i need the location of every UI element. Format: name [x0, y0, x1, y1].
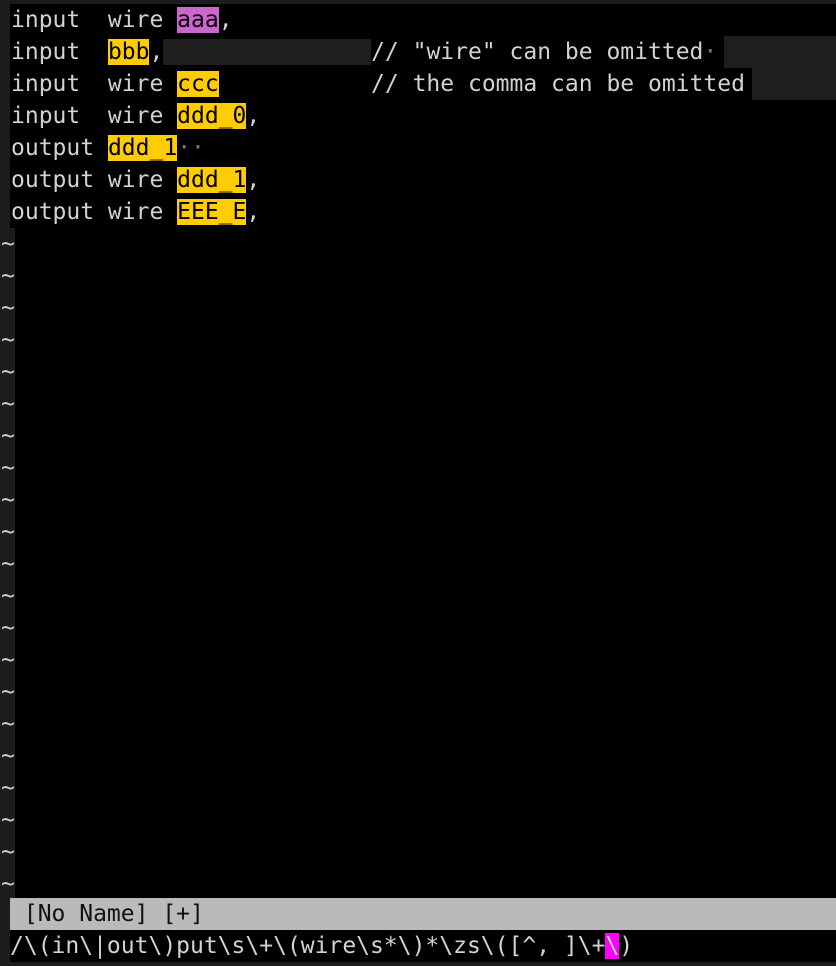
empty-line: ~	[0, 836, 836, 868]
code-line-4[interactable]: input wire ddd_0,	[10, 100, 836, 132]
search-match: ddd_1	[107, 135, 178, 161]
empty-line: ~	[0, 548, 836, 580]
line-suffix: ,	[218, 7, 233, 33]
empty-line: ~	[0, 420, 836, 452]
empty-line: ~	[0, 740, 836, 772]
tilde-marker: ~	[0, 612, 15, 644]
line-suffix: ,	[149, 39, 164, 65]
tilde-marker: ~	[0, 452, 15, 484]
tilde-marker: ~	[0, 260, 15, 292]
buffer-name: [No Name] [+]	[10, 901, 204, 927]
code-line-6[interactable]: output wire ddd_1,	[10, 164, 836, 196]
code-line-1[interactable]: input wire aaa,	[10, 4, 836, 36]
line-prefix: input wire	[11, 71, 178, 97]
code-line-7[interactable]: output wire EEE_E,	[10, 196, 836, 228]
comment: // "wire" can be omitted	[371, 39, 704, 65]
tilde-marker: ~	[0, 836, 15, 868]
tilde-marker: ~	[0, 644, 15, 676]
empty-line: ~	[0, 868, 836, 900]
tilde-marker: ~	[0, 356, 15, 388]
empty-line: ~	[0, 772, 836, 804]
line-suffix: ,	[246, 167, 261, 193]
tilde-marker: ~	[0, 516, 15, 548]
tilde-marker: ~	[0, 324, 15, 356]
empty-line: ~	[0, 356, 836, 388]
line-prefix: output wire	[11, 199, 178, 225]
search-match: ddd_1	[177, 167, 247, 193]
trailing-whitespace-block	[724, 36, 836, 68]
vim-window[interactable]: input wire aaa, input bbb, // "wire" can…	[0, 4, 836, 962]
line-suffix: ,	[246, 199, 261, 225]
empty-line: ~	[0, 612, 836, 644]
empty-line: ~	[0, 228, 836, 260]
line-prefix: input	[11, 39, 108, 65]
text-buffer[interactable]: input wire aaa, input bbb, // "wire" can…	[0, 4, 836, 900]
empty-line: ~	[0, 292, 836, 324]
empty-line: ~	[0, 644, 836, 676]
empty-line: ~	[0, 388, 836, 420]
line-prefix: output	[11, 135, 108, 161]
cursor: \	[605, 933, 620, 959]
search-match: ddd_0	[177, 103, 247, 129]
empty-line: ~	[0, 676, 836, 708]
search-match: bbb	[107, 39, 150, 65]
tilde-marker: ~	[0, 708, 15, 740]
search-match: EEE_E	[177, 199, 247, 225]
empty-line: ~	[0, 708, 836, 740]
empty-line: ~	[0, 516, 836, 548]
empty-line: ~	[0, 580, 836, 612]
line-prefix: output wire	[11, 167, 178, 193]
whitespace-dot: ·	[703, 39, 718, 65]
tilde-marker: ~	[0, 804, 15, 836]
code-line-2[interactable]: input bbb, // "wire" can be omitted·	[10, 36, 836, 68]
code-line-3[interactable]: input wire ccc // the comma can be omitt…	[10, 68, 836, 100]
command-line[interactable]: /\(in\|out\)put\s\+\(wire\s*\)*\zs\([^, …	[10, 930, 836, 962]
current-search-match: aaa	[177, 7, 219, 33]
empty-line: ~	[0, 804, 836, 836]
code-line-5[interactable]: output ddd_1··	[10, 132, 836, 164]
empty-line: ~	[0, 452, 836, 484]
tilde-marker: ~	[0, 420, 15, 452]
tilde-marker: ~	[0, 772, 15, 804]
empty-line: ~	[0, 324, 836, 356]
line-prefix: input wire	[11, 103, 178, 129]
trailing-whitespace-block	[752, 68, 836, 100]
empty-line: ~	[0, 484, 836, 516]
status-line: [No Name] [+]	[10, 898, 836, 930]
tilde-marker: ~	[0, 868, 15, 900]
line-prefix: input wire	[11, 7, 178, 33]
empty-lines: ~ ~ ~ ~ ~ ~ ~ ~ ~ ~ ~ ~ ~ ~ ~ ~ ~ ~ ~ ~ ~	[0, 228, 836, 900]
trailing-whitespace-highlight	[163, 39, 372, 65]
tilde-marker: ~	[0, 740, 15, 772]
tilde-marker: ~	[0, 292, 15, 324]
tilde-marker: ~	[0, 548, 15, 580]
empty-line: ~	[0, 260, 836, 292]
tilde-marker: ~	[0, 388, 15, 420]
line-suffix: ,	[246, 103, 261, 129]
tilde-marker: ~	[0, 484, 15, 516]
tilde-marker: ~	[0, 676, 15, 708]
search-pattern: /\(in\|out\)put\s\+\(wire\s*\)*\zs\([^, …	[10, 933, 606, 959]
search-pattern-tail: )	[619, 933, 634, 959]
whitespace-dots: ··	[177, 135, 205, 161]
tilde-marker: ~	[0, 580, 15, 612]
comment: // the comma can be omitted	[218, 71, 745, 97]
tilde-marker: ~	[0, 228, 15, 260]
search-match: ccc	[177, 71, 219, 97]
